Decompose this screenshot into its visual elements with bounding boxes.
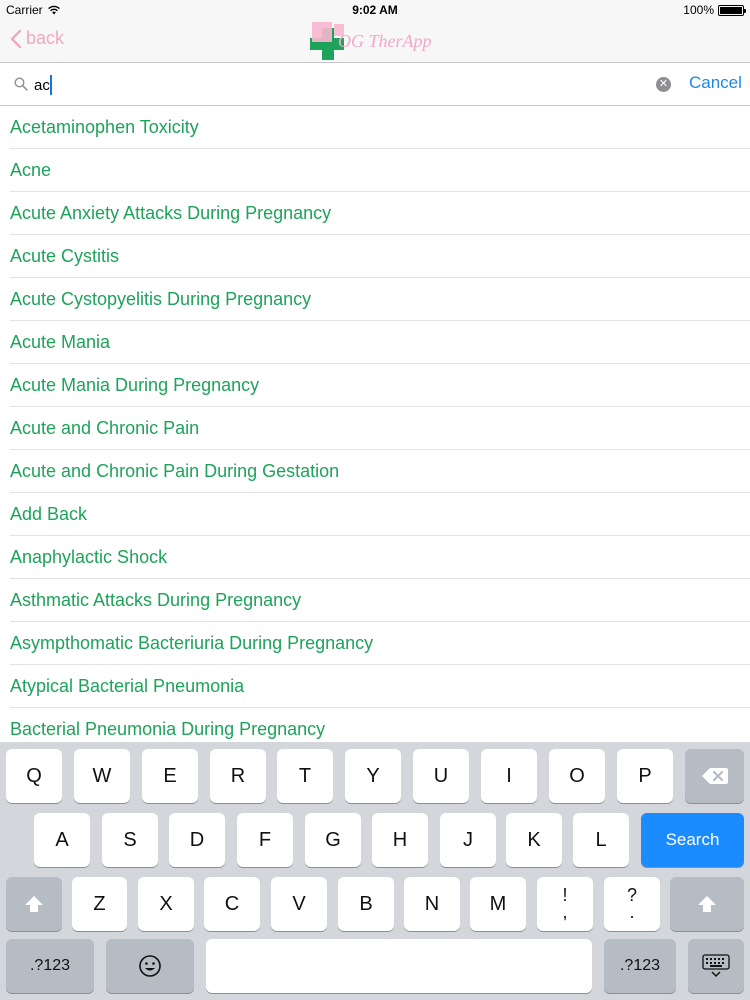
key-h[interactable]: H bbox=[372, 813, 428, 867]
logo-text: OG TherApp bbox=[338, 31, 432, 51]
key-exclamation-comma[interactable]: ! , bbox=[537, 877, 593, 931]
list-item[interactable]: Acute Cystitis bbox=[10, 235, 750, 278]
back-label: back bbox=[26, 28, 65, 48]
shift-key-right[interactable] bbox=[670, 877, 744, 931]
key-period-label: . bbox=[629, 902, 635, 922]
backspace-key[interactable] bbox=[685, 749, 744, 803]
search-input[interactable] bbox=[34, 72, 634, 98]
backspace-icon bbox=[701, 768, 728, 784]
key-l[interactable]: L bbox=[573, 813, 629, 867]
key-z[interactable]: Z bbox=[72, 877, 127, 931]
key-comma-label: , bbox=[562, 902, 568, 922]
on-screen-keyboard: Q W E R T Y U I O P A S D F G H J K L Se… bbox=[0, 742, 750, 1000]
list-item[interactable]: Acute and Chronic Pain During Gestation bbox=[10, 450, 750, 493]
search-icon bbox=[14, 77, 28, 91]
key-b[interactable]: B bbox=[338, 877, 394, 931]
shift-key-left[interactable] bbox=[6, 877, 62, 931]
key-p[interactable]: P bbox=[617, 749, 673, 803]
key-r[interactable]: R bbox=[210, 749, 266, 803]
key-n[interactable]: N bbox=[404, 877, 460, 931]
list-item[interactable]: Acute Mania bbox=[10, 321, 750, 364]
list-item[interactable]: Acute Cystopyelitis During Pregnancy bbox=[10, 278, 750, 321]
key-question-period[interactable]: ? . bbox=[604, 877, 660, 931]
list-item[interactable]: Acetaminophen Toxicity bbox=[10, 106, 750, 149]
keyboard-dismiss-icon bbox=[702, 954, 730, 978]
shift-icon bbox=[698, 896, 716, 912]
list-item[interactable]: Add Back bbox=[10, 493, 750, 536]
list-item-label: Acetaminophen Toxicity bbox=[10, 116, 199, 137]
key-t[interactable]: T bbox=[277, 749, 333, 803]
chevron-left-icon bbox=[10, 29, 22, 48]
back-button[interactable]: back bbox=[10, 28, 64, 49]
list-item-label: Bacterial Pneumonia During Pregnancy bbox=[10, 718, 326, 739]
clear-search-icon[interactable]: ✕ bbox=[656, 77, 671, 92]
list-item-label: Acute Mania During Pregnancy bbox=[10, 374, 260, 395]
list-item[interactable]: Acute Mania During Pregnancy bbox=[10, 364, 750, 407]
list-item-label: Acute and Chronic Pain bbox=[10, 417, 200, 438]
list-item[interactable]: Anaphylactic Shock bbox=[10, 536, 750, 579]
key-j[interactable]: J bbox=[440, 813, 496, 867]
search-results-list: Acetaminophen Toxicity Acne Acute Anxiet… bbox=[0, 106, 750, 742]
hide-keyboard-key[interactable] bbox=[688, 939, 744, 993]
app-logo: OG TherApp bbox=[310, 20, 445, 62]
emoji-key[interactable] bbox=[106, 939, 194, 993]
search-bar bbox=[0, 63, 750, 106]
list-item[interactable]: Asthmatic Attacks During Pregnancy bbox=[10, 579, 750, 622]
list-item[interactable]: Atypical Bacterial Pneumonia bbox=[10, 665, 750, 708]
key-i[interactable]: I bbox=[481, 749, 537, 803]
list-item[interactable]: Acne bbox=[10, 149, 750, 192]
key-c[interactable]: C bbox=[204, 877, 260, 931]
list-item-label: Acute Anxiety Attacks During Pregnancy bbox=[10, 202, 332, 223]
text-cursor bbox=[50, 75, 52, 95]
key-e[interactable]: E bbox=[142, 749, 198, 803]
key-y[interactable]: Y bbox=[345, 749, 401, 803]
status-bar: Carrier 9:02 AM 100% bbox=[0, 0, 750, 20]
emoji-icon bbox=[139, 955, 161, 977]
search-key[interactable]: Search bbox=[641, 813, 744, 867]
battery-icon bbox=[718, 4, 746, 16]
numbers-key-left[interactable]: .?123 bbox=[6, 939, 94, 993]
list-item[interactable]: Acute and Chronic Pain bbox=[10, 407, 750, 450]
navigation-bar: Carrier 9:02 AM 100% back OG TherApp bbox=[0, 0, 750, 63]
list-item-label: Asthmatic Attacks During Pregnancy bbox=[10, 589, 302, 610]
cancel-button[interactable]: Cancel bbox=[689, 73, 742, 93]
numbers-key-right[interactable]: .?123 bbox=[604, 939, 676, 993]
space-key[interactable] bbox=[206, 939, 592, 993]
key-w[interactable]: W bbox=[74, 749, 130, 803]
battery-indicator: 100% bbox=[683, 3, 746, 17]
list-item[interactable]: Asympthomatic Bacteriuria During Pregnan… bbox=[10, 622, 750, 665]
list-item-label: Acne bbox=[10, 159, 52, 180]
key-v[interactable]: V bbox=[271, 877, 327, 931]
key-a[interactable]: A bbox=[34, 813, 90, 867]
list-item-label: Add Back bbox=[10, 503, 88, 524]
key-o[interactable]: O bbox=[549, 749, 605, 803]
list-item-label: Acute Cystitis bbox=[10, 245, 120, 266]
key-s[interactable]: S bbox=[102, 813, 158, 867]
key-g[interactable]: G bbox=[305, 813, 361, 867]
list-item-label: Acute Mania bbox=[10, 331, 111, 352]
key-m[interactable]: M bbox=[470, 877, 526, 931]
list-item-label: Acute Cystopyelitis During Pregnancy bbox=[10, 288, 312, 309]
key-x[interactable]: X bbox=[138, 877, 194, 931]
key-q[interactable]: Q bbox=[6, 749, 62, 803]
shift-icon bbox=[25, 896, 43, 912]
list-item[interactable]: Acute Anxiety Attacks During Pregnancy bbox=[10, 192, 750, 235]
list-item-label: Asympthomatic Bacteriuria During Pregnan… bbox=[10, 632, 374, 653]
key-d[interactable]: D bbox=[169, 813, 225, 867]
key-u[interactable]: U bbox=[413, 749, 469, 803]
key-f[interactable]: F bbox=[237, 813, 293, 867]
key-k[interactable]: K bbox=[506, 813, 562, 867]
list-item-label: Anaphylactic Shock bbox=[10, 546, 168, 567]
list-item-label: Atypical Bacterial Pneumonia bbox=[10, 675, 245, 696]
status-time: 9:02 AM bbox=[352, 3, 398, 17]
list-item[interactable]: Bacterial Pneumonia During Pregnancy bbox=[10, 708, 750, 742]
list-item-label: Acute and Chronic Pain During Gestation bbox=[10, 460, 340, 481]
battery-percent: 100% bbox=[683, 3, 714, 17]
